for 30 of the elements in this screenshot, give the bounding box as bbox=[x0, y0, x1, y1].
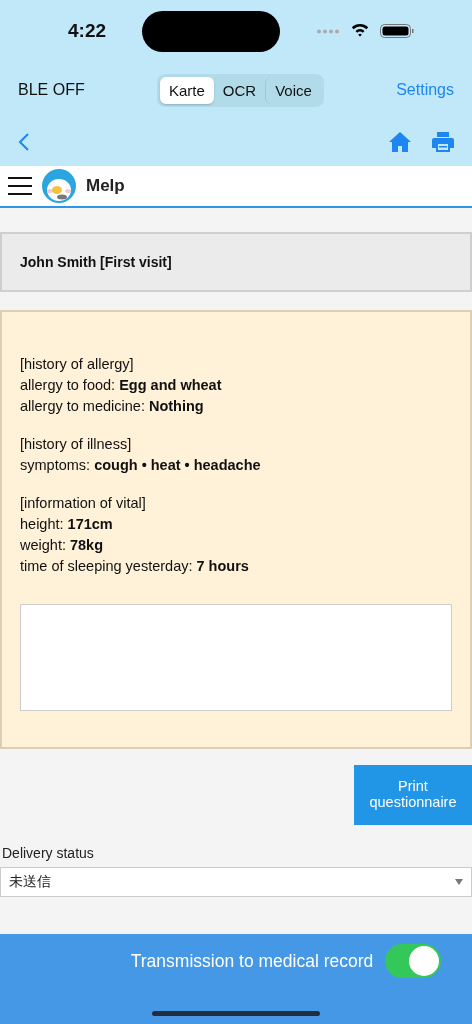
section-heading: [history of allergy] bbox=[20, 356, 135, 372]
battery-icon bbox=[380, 24, 414, 38]
answer-line: symptoms: cough • heat • headache bbox=[20, 457, 262, 473]
answer-line: allergy to medicine: Nothing bbox=[20, 398, 205, 414]
status-time: 4:22 bbox=[68, 20, 107, 42]
ble-status: BLE OFF bbox=[18, 81, 85, 99]
home-icon[interactable] bbox=[388, 131, 412, 153]
section-heading: [information of vital] bbox=[20, 495, 147, 511]
notes-field[interactable] bbox=[20, 604, 452, 711]
segment-tab[interactable]: Voice bbox=[265, 76, 321, 104]
answer-line: allergy to food: Egg and wheat bbox=[20, 377, 223, 393]
segment-tab[interactable]: OCR bbox=[213, 76, 266, 104]
menu-icon[interactable] bbox=[8, 177, 32, 195]
patient-name: John Smith [First visit] bbox=[0, 232, 472, 292]
transmission-toggle[interactable] bbox=[385, 944, 442, 978]
answer-line: time of sleeping yesterday: 7 hours bbox=[20, 558, 250, 574]
answer-line: height: 171cm bbox=[20, 516, 114, 532]
wifi-icon bbox=[350, 24, 370, 38]
dropdown-caret-icon bbox=[455, 879, 463, 885]
delivery-status-select[interactable]: 未送信 bbox=[0, 867, 472, 897]
transmission-label: Transmission to medical record bbox=[130, 950, 374, 972]
printer-icon[interactable] bbox=[432, 131, 454, 153]
penguin-logo bbox=[42, 169, 76, 203]
app-name: Melp bbox=[86, 176, 125, 196]
segment-tab[interactable]: Karte bbox=[160, 76, 214, 104]
delivery-status-label: Delivery status bbox=[2, 845, 95, 861]
back-icon[interactable] bbox=[18, 132, 30, 152]
signal-icon bbox=[316, 28, 340, 34]
section-heading: [history of illness] bbox=[20, 436, 133, 452]
answer-line: weight: 78kg bbox=[20, 537, 105, 553]
